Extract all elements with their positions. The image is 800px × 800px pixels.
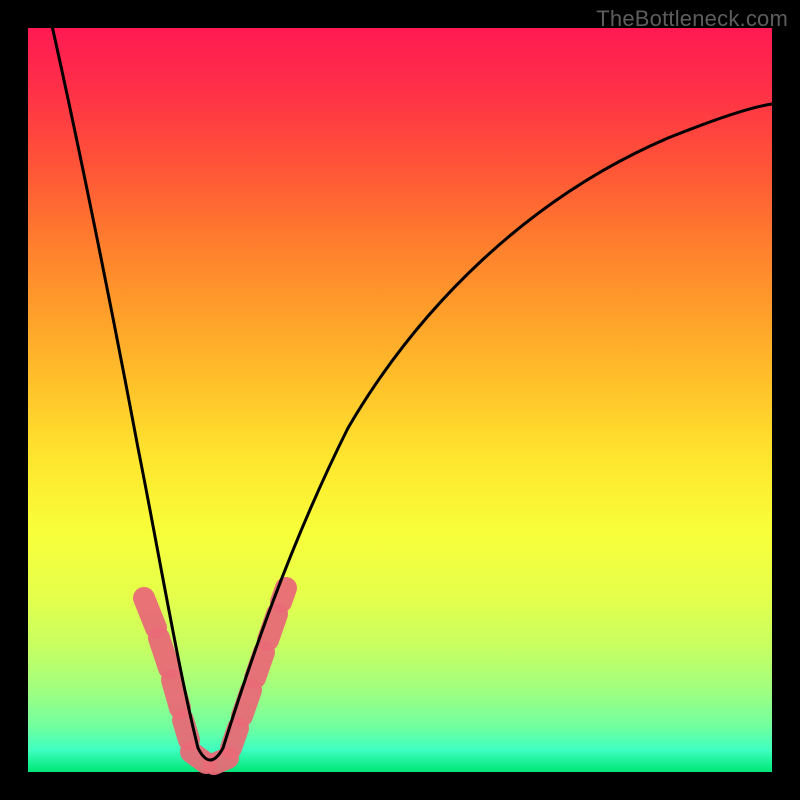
overlay-seg — [144, 598, 156, 628]
overlay-seg — [231, 728, 238, 748]
overlay-seg — [255, 652, 264, 678]
overlay-seg — [183, 720, 189, 740]
overlay-seg — [172, 680, 180, 708]
overlay-seg — [242, 690, 251, 716]
plot-area — [28, 28, 772, 772]
overlay-seg — [268, 614, 277, 640]
overlay-seg — [159, 638, 169, 668]
chart-frame: TheBottleneck.com — [0, 0, 800, 800]
overlay-bands — [144, 588, 286, 764]
overlay-seg — [281, 588, 286, 602]
curve-svg — [28, 28, 772, 772]
